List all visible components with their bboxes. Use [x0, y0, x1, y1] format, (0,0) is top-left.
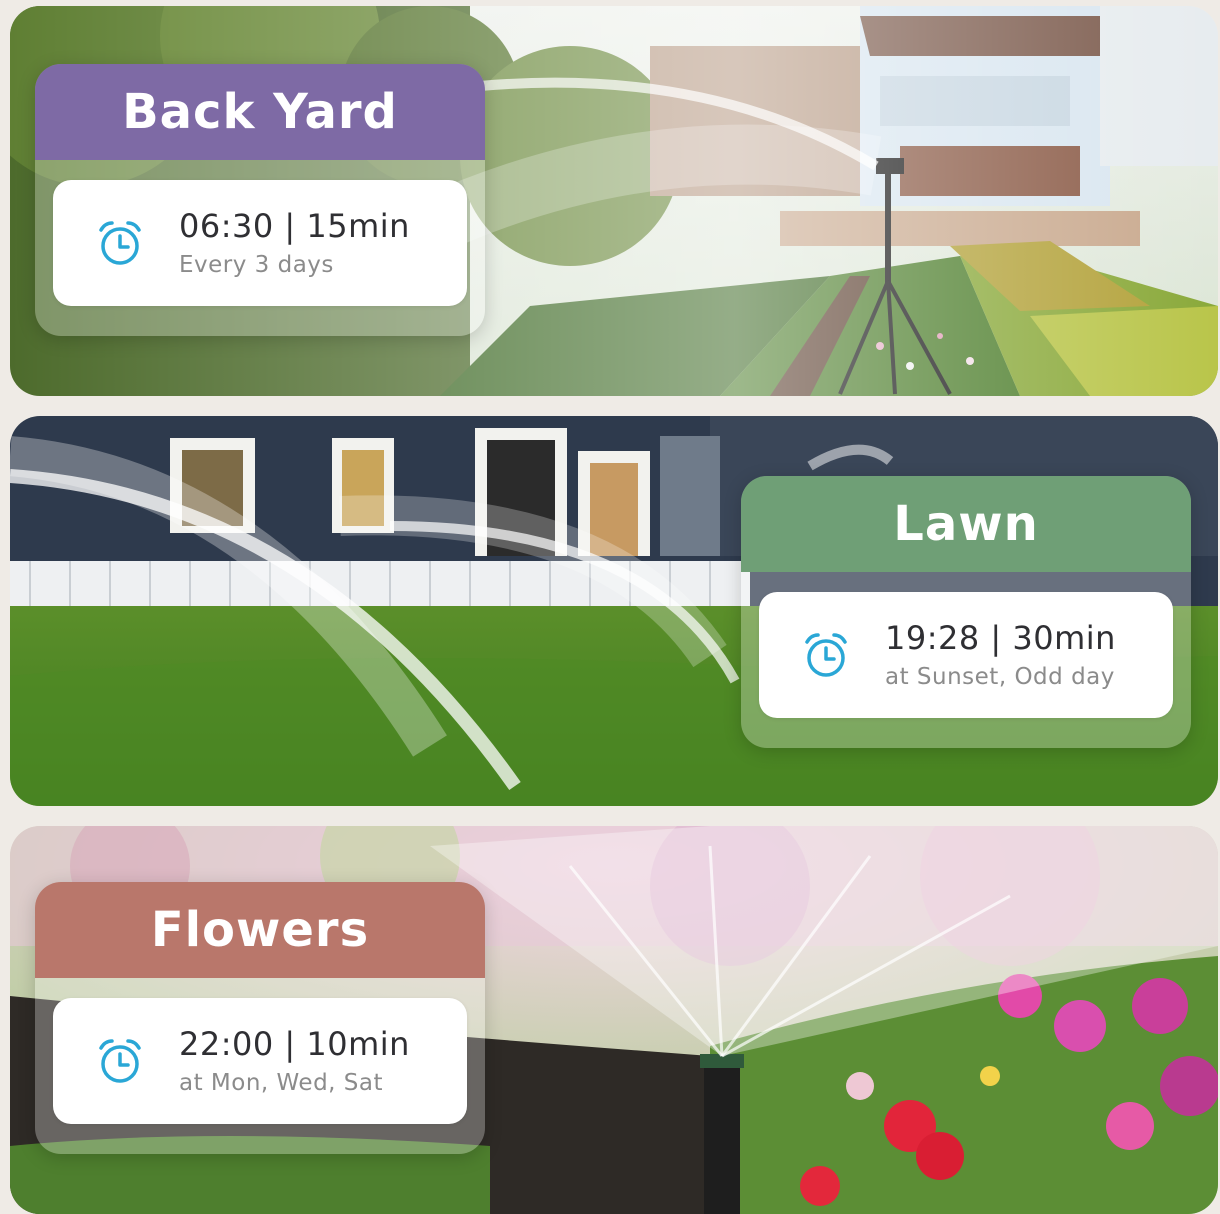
lawn-schedule-card[interactable]: Lawn 19:28 | 30min at Sunset, Odd day — [741, 476, 1191, 748]
alarm-clock-icon — [805, 633, 847, 677]
backyard-photo-panel: Back Yard 06:30 | 15min Every 3 days — [10, 6, 1218, 396]
schedule-time-duration: 19:28 | 30min — [885, 619, 1116, 657]
alarm-clock-icon — [99, 1039, 141, 1083]
schedule-frequency: Every 3 days — [179, 252, 334, 278]
alarm-clock-icon — [99, 221, 141, 265]
schedule-detail: 06:30 | 15min Every 3 days — [53, 180, 467, 306]
schedule-time-duration: 06:30 | 15min — [179, 207, 410, 245]
schedule-frequency: at Mon, Wed, Sat — [179, 1070, 384, 1096]
schedule-time-duration: 22:00 | 10min — [179, 1025, 410, 1063]
schedule-detail: 19:28 | 30min at Sunset, Odd day — [759, 592, 1173, 718]
card-title: Flowers — [35, 882, 485, 978]
schedule-detail: 22:00 | 10min at Mon, Wed, Sat — [53, 998, 467, 1124]
backyard-schedule-card[interactable]: Back Yard 06:30 | 15min Every 3 days — [35, 64, 485, 336]
schedule-frequency: at Sunset, Odd day — [885, 664, 1115, 690]
card-title: Back Yard — [35, 64, 485, 160]
card-title: Lawn — [741, 476, 1191, 572]
flowers-schedule-card[interactable]: Flowers 22:00 | 10min at Mon, Wed, Sat — [35, 882, 485, 1154]
